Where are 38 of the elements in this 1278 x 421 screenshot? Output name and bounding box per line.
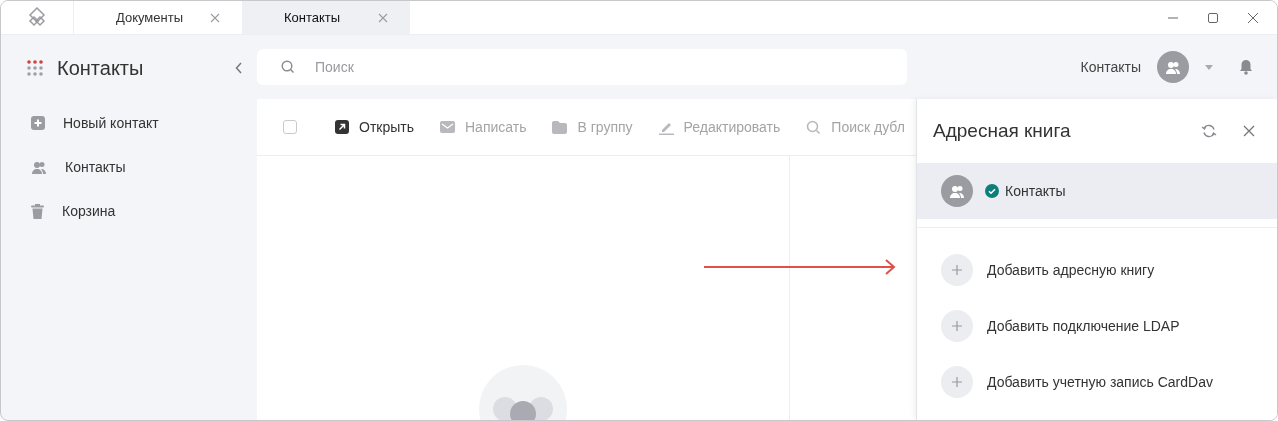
close-icon[interactable] xyxy=(1247,11,1259,24)
account-name: Контакты xyxy=(1080,59,1141,75)
panel-title: Адресная книга xyxy=(933,120,1072,142)
sidebar-item[interactable]: Новый контакт xyxy=(1,101,257,145)
apps-grid-icon[interactable] xyxy=(27,60,43,76)
sidebar-item[interactable]: Контакты xyxy=(1,145,257,189)
folder-icon xyxy=(552,120,568,134)
sidebar-item[interactable]: Корзина xyxy=(1,189,257,233)
search-icon xyxy=(806,119,822,135)
plus-square-icon xyxy=(31,116,45,130)
close-icon[interactable] xyxy=(210,12,220,23)
arrow-square-icon xyxy=(335,120,349,134)
close-icon[interactable] xyxy=(378,12,388,23)
logo-icon xyxy=(26,6,48,29)
add-action[interactable]: Добавить адресную книгу xyxy=(917,242,1277,298)
avatar[interactable] xyxy=(1157,51,1189,83)
plus-icon xyxy=(941,310,973,342)
add-action[interactable]: Добавить учетную запись CardDav xyxy=(917,354,1277,410)
address-book-name: Контакты xyxy=(1005,183,1066,199)
close-icon[interactable] xyxy=(1241,123,1257,139)
envelope-icon xyxy=(440,121,455,133)
chevron-left-icon[interactable] xyxy=(235,62,243,74)
plus-icon xyxy=(941,254,973,286)
address-book-item[interactable]: Контакты xyxy=(917,163,1277,219)
bell-icon[interactable] xyxy=(1237,57,1255,77)
caret-icon[interactable] xyxy=(1203,62,1215,72)
plus-icon xyxy=(941,366,973,398)
toolbar-button[interactable]: Открыть xyxy=(335,119,414,135)
app-title: Контакты xyxy=(57,56,145,80)
people-icon xyxy=(31,160,47,174)
refresh-icon[interactable] xyxy=(1199,122,1219,140)
avatar xyxy=(941,175,973,207)
add-action[interactable]: Добавить подключение LDAP xyxy=(917,298,1277,354)
tab[interactable]: Контакты xyxy=(242,1,410,34)
select-all-checkbox[interactable] xyxy=(283,120,297,134)
search-field[interactable]: Поиск xyxy=(257,49,907,85)
trash-icon xyxy=(31,203,44,219)
maximize-icon[interactable] xyxy=(1207,11,1219,24)
